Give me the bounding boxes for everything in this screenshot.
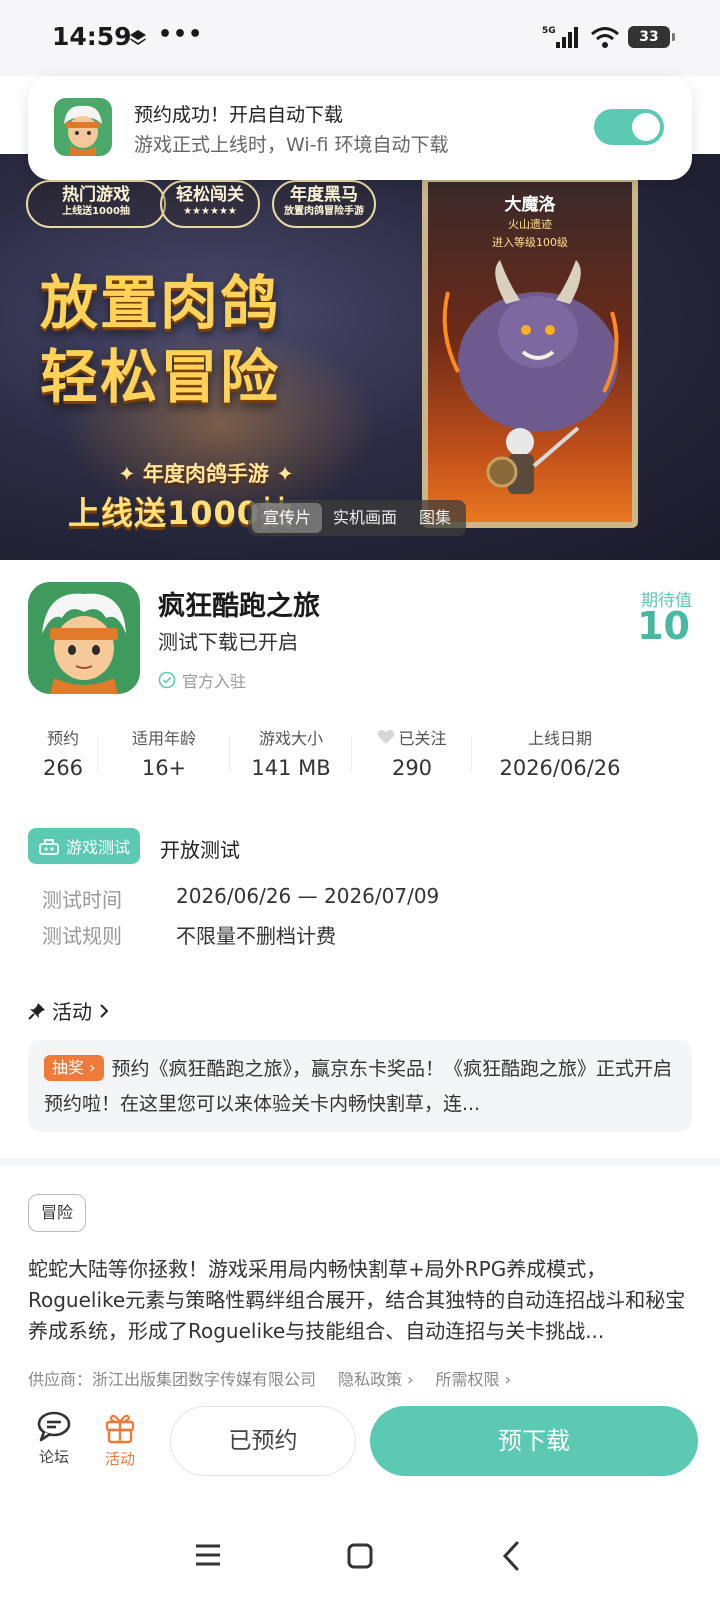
- test-type: 开放测试: [160, 838, 240, 862]
- gift-icon: [105, 1414, 135, 1444]
- back-icon[interactable]: [500, 1540, 522, 1572]
- toast-subtitle: 游戏正式上线时，Wi-fi 环境自动下载: [134, 134, 449, 156]
- more-dots: •••: [158, 22, 204, 47]
- forum-button[interactable]: 论坛: [24, 1410, 84, 1467]
- privacy-policy-link[interactable]: 隐私政策 ›: [338, 1366, 414, 1390]
- pin-icon: [28, 1002, 45, 1020]
- app-icon: [28, 582, 140, 694]
- home-icon[interactable]: [346, 1542, 374, 1570]
- battery-indicator: 33: [628, 26, 675, 48]
- badge-easy-level: 轻松闯关 ★★★★★★: [160, 180, 260, 228]
- game-description[interactable]: 蛇蛇大陆等你拯救！游戏采用局内畅快割草+局外RPG养成模式，Roguelike元…: [28, 1254, 692, 1347]
- official-verified: 官方入驻: [158, 668, 246, 692]
- media-tabs: 宣传片 实机画面 图集: [248, 500, 467, 536]
- promo-banner[interactable]: 热门游戏 上线送1000抽 轻松闯关 ★★★★★★ 年度黑马 放置肉鸽冒险手游 …: [0, 154, 720, 560]
- status-indicators: 5G 33: [542, 22, 675, 52]
- tab-gameplay[interactable]: 实机画面: [322, 503, 408, 533]
- badge-hot-game: 热门游戏 上线送1000抽: [26, 180, 166, 228]
- expectation-value: 10: [637, 604, 690, 648]
- activity-text: 预约《疯狂酷跑之旅》，赢京东卡奖品！《疯狂酷跑之旅》正式开启预约啦！在这里您可以…: [44, 1058, 673, 1115]
- stats-row: 预约 266 适用年龄 16+ 游戏大小 141 MB 已关注 290 上线日期…: [28, 726, 668, 786]
- activity-nav-button[interactable]: 活动: [90, 1410, 150, 1469]
- stat-followers[interactable]: 已关注 290: [352, 726, 472, 786]
- tab-trailer[interactable]: 宣传片: [252, 503, 323, 533]
- toast-app-icon: [54, 98, 112, 156]
- reservation-toast[interactable]: 预约成功！开启自动下载 游戏正式上线时，Wi-fi 环境自动下载: [28, 76, 692, 180]
- app-name: 疯狂酷跑之旅: [158, 591, 320, 622]
- test-rule-value: 不限量不删档计费: [176, 924, 336, 948]
- predownload-button[interactable]: 预下载: [370, 1406, 698, 1476]
- auto-download-toggle[interactable]: [594, 109, 664, 145]
- network-label: 5G: [542, 26, 556, 36]
- heart-icon: [378, 730, 395, 744]
- test-time-label: 测试时间: [42, 888, 122, 912]
- boss-artwork: [442, 260, 619, 494]
- status-time: 14:59: [52, 22, 132, 51]
- section-divider: [0, 1158, 720, 1166]
- activity-card[interactable]: 抽奖 › 预约《疯狂酷跑之旅》，赢京东卡奖品！《疯狂酷跑之旅》正式开启预约啦！在这…: [28, 1040, 692, 1132]
- permissions-link[interactable]: 所需权限 ›: [436, 1366, 512, 1390]
- stat-release-date: 上线日期 2026/06/26: [499, 729, 621, 780]
- activity-heading[interactable]: 活动: [28, 996, 110, 1025]
- layers-icon: [130, 30, 146, 45]
- verified-label: 官方入驻: [182, 672, 247, 691]
- signal-icon: 5G: [542, 26, 578, 48]
- status-bar: 14:59 ••• 5G 33: [0, 0, 720, 76]
- forum-chat-icon: [37, 1411, 71, 1442]
- boss-card: 大魔洛 火山遗迹 进入等级100级: [422, 176, 638, 528]
- stat-reservations: 预约 266: [28, 726, 98, 786]
- system-nav-bar: [0, 1520, 720, 1600]
- promo-subline: ✦ 年度肉鸽手游 ✦: [118, 462, 294, 486]
- supplier-row: 供应商：浙江出版集团数字传媒有限公司 隐私政策 › 所需权限 ›: [28, 1366, 511, 1390]
- test-time-value: 2026/06/26 — 2026/07/09: [176, 884, 440, 908]
- game-test-badge: 游戏测试: [28, 828, 141, 864]
- boss-level: 进入等级100级: [492, 236, 568, 249]
- supplier-text: 供应商：浙江出版集团数字传媒有限公司: [28, 1370, 317, 1389]
- menu-icon[interactable]: [194, 1542, 222, 1568]
- stat-age-rating: 适用年龄 16+: [98, 726, 230, 786]
- tab-gallery[interactable]: 图集: [408, 503, 462, 533]
- reserved-button[interactable]: 已预约: [170, 1406, 356, 1476]
- boss-name: 大魔洛: [504, 195, 556, 215]
- toast-title: 预约成功！开启自动下载: [134, 104, 344, 126]
- app-test-status: 测试下载已开启: [158, 630, 298, 654]
- chevron-right-icon: [100, 1003, 109, 1018]
- wifi-icon: [591, 27, 619, 48]
- boss-location: 火山遗迹: [508, 218, 552, 231]
- test-rule-row: 测试规则 不限量不删档计费: [42, 920, 336, 949]
- toggle-knob: [632, 113, 660, 141]
- genre-tag[interactable]: 冒险: [28, 1194, 87, 1232]
- promo-headline: 放置肉鸽 轻松冒险: [40, 269, 281, 411]
- test-time-row: 测试时间 2026/06/26 — 2026/07/09: [42, 884, 439, 913]
- stat-game-size: 游戏大小 141 MB: [230, 726, 352, 786]
- lottery-tag: 抽奖 ›: [44, 1055, 104, 1081]
- test-tube-icon: [39, 839, 59, 855]
- test-rule-label: 测试规则: [42, 924, 122, 948]
- verified-check-icon: [158, 671, 176, 689]
- badge-dark-horse: 年度黑马 放置肉鸽冒险手游: [272, 180, 376, 228]
